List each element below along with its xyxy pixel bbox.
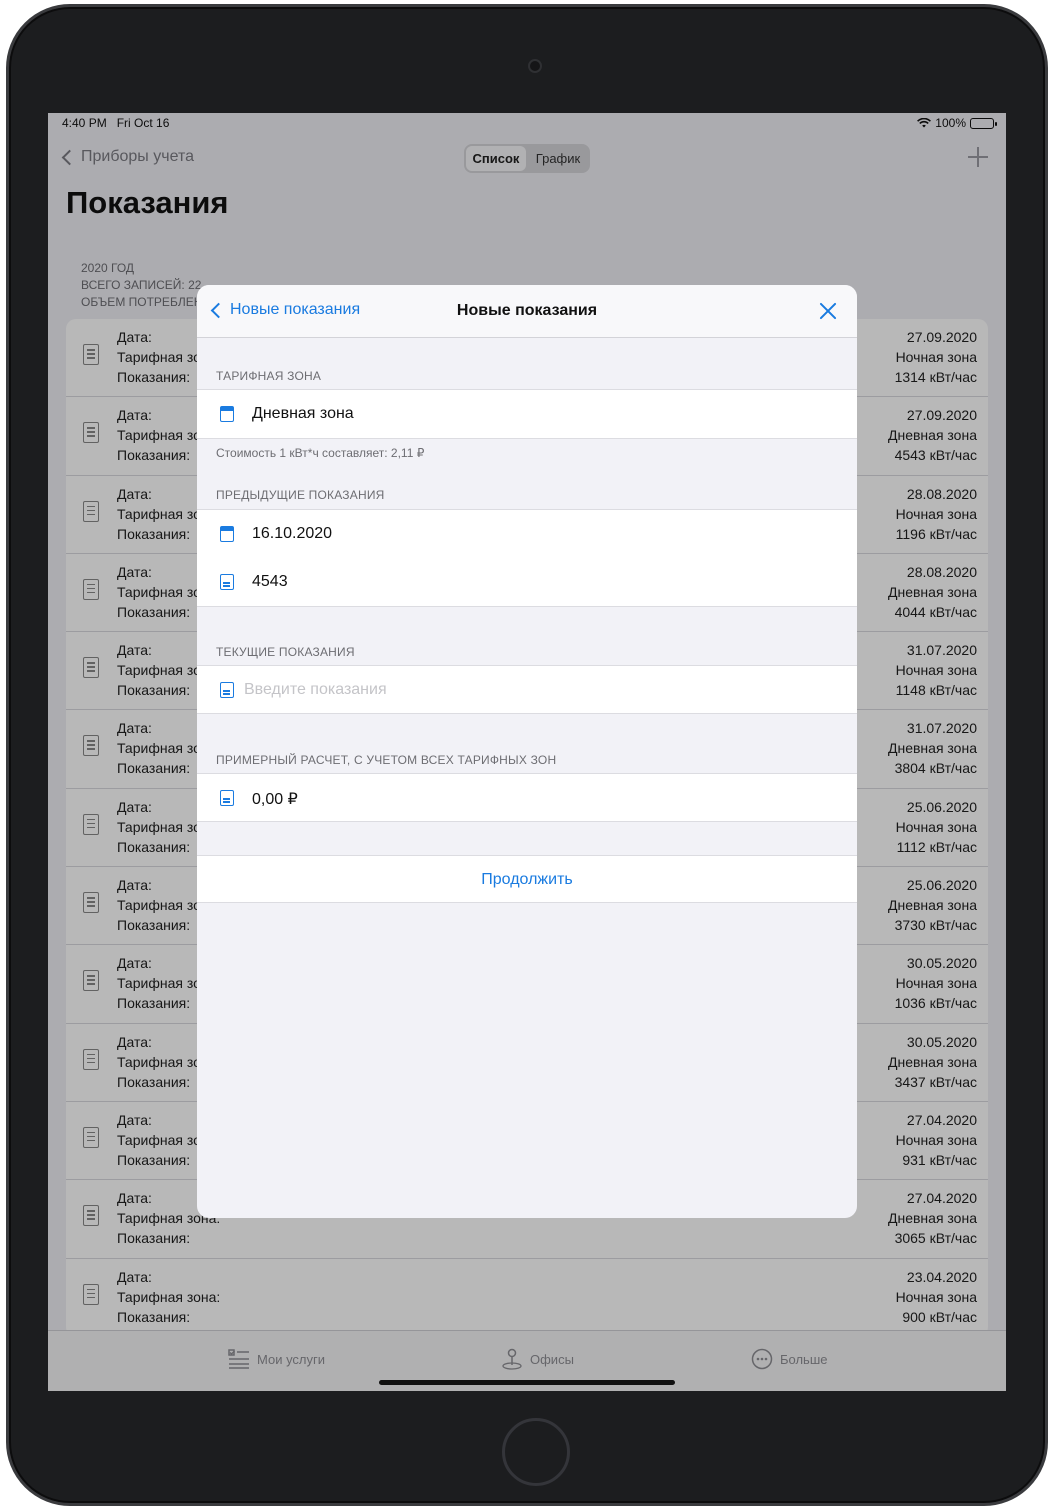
tariff-zone-value: Дневная зона [252, 405, 354, 422]
continue-button[interactable]: Продолжить [197, 855, 857, 903]
tariff-zone-cell[interactable]: Дневная зона [197, 389, 857, 438]
calendar-icon [220, 526, 234, 542]
calendar-icon [220, 406, 234, 422]
close-icon[interactable] [819, 302, 837, 320]
section-header-tariff: ТАРИФНАЯ ЗОНА [216, 369, 322, 383]
current-reading-cell[interactable]: Введите показания [197, 665, 857, 714]
section-header-current: ТЕКУЩИЕ ПОКАЗАНИЯ [216, 645, 355, 659]
current-reading-input[interactable]: Введите показания [244, 681, 387, 699]
modal-title: Новые показания [456, 302, 598, 319]
new-reading-modal: Новые показания Новые показания ТАРИФНАЯ… [197, 285, 857, 1218]
section-header-estimate: ПРИМЕРНЫЙ РАСЧЕТ, С УЧЕТОМ ВСЕХ ТАРИФНЫХ… [216, 753, 557, 767]
modal-header: Новые показания Новые показания [197, 285, 857, 338]
document-icon [220, 682, 234, 698]
previous-date-value: 16.10.2020 [252, 525, 333, 542]
estimate-value: 0,00 ₽ [252, 791, 298, 808]
tariff-price-note: Стоимость 1 кВт*ч составляет: 2,11 ₽ [216, 446, 425, 460]
screen: 4:40 PM Fri Oct 16 100% Приборы учета Сп… [48, 113, 1006, 1391]
home-button[interactable] [502, 1418, 570, 1486]
previous-reading-value: 4543 [252, 573, 288, 590]
previous-value-cell: 4543 [197, 558, 857, 607]
front-camera [528, 59, 542, 73]
home-indicator[interactable] [379, 1380, 675, 1385]
section-header-previous: ПРЕДЫДУЩИЕ ПОКАЗАНИЯ [216, 488, 385, 502]
document-icon [220, 790, 234, 806]
previous-date-cell[interactable]: 16.10.2020 [197, 509, 857, 559]
document-icon [220, 574, 234, 590]
estimate-cell: 0,00 ₽ [197, 773, 857, 822]
